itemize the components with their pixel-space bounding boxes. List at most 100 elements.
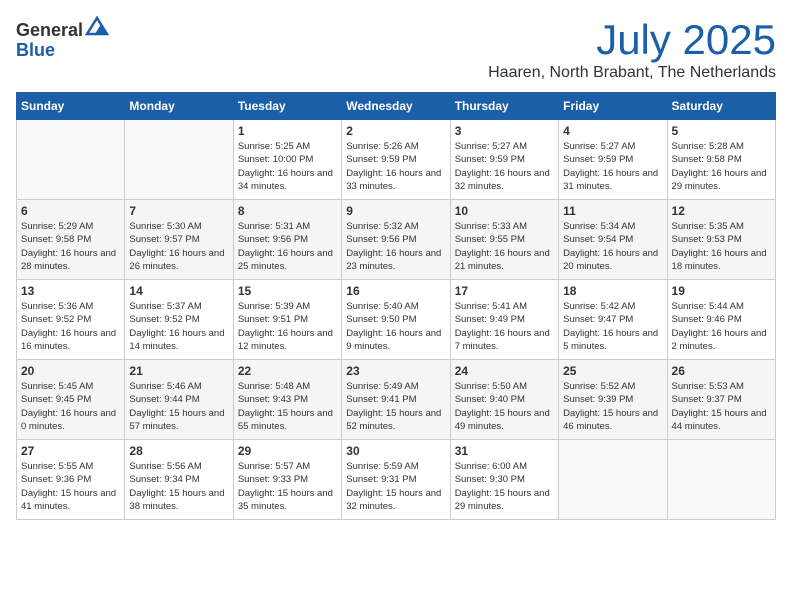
calendar-cell: 24 Sunrise: 5:50 AM Sunset: 9:40 PM Dayli… [450, 360, 558, 440]
day-detail: Sunrise: 5:50 AM Sunset: 9:40 PM Dayligh… [455, 380, 554, 433]
location-title: Haaren, North Brabant, The Netherlands [488, 64, 776, 82]
calendar-cell: 5Sunrise: 5:28 AM Sunset: 9:58 PM Daylig… [667, 120, 775, 200]
day-detail: Sunrise: 5:36 AM Sunset: 9:52 PM Dayligh… [21, 300, 120, 353]
day-number: 16 [346, 284, 445, 298]
calendar-cell: 28 Sunrise: 5:56 AM Sunset: 9:34 PM Dayli… [125, 440, 233, 520]
day-detail: Sunrise: 5:30 AM Sunset: 9:57 PM Dayligh… [129, 220, 228, 273]
calendar-cell: 16 Sunrise: 5:40 AM Sunset: 9:50 PM Dayli… [342, 280, 450, 360]
weekday-header: Thursday [450, 93, 558, 120]
day-detail: Sunrise: 5:34 AM Sunset: 9:54 PM Dayligh… [563, 220, 662, 273]
calendar-cell: 22Sunrise: 5:48 AM Sunset: 9:43 PM Dayli… [233, 360, 341, 440]
calendar-cell: 8 Sunrise: 5:31 AM Sunset: 9:56 PM Daylig… [233, 200, 341, 280]
calendar-week-row: 20 Sunrise: 5:45 AM Sunset: 9:45 PM Dayli… [17, 360, 776, 440]
day-detail: Sunrise: 5:41 AM Sunset: 9:49 PM Dayligh… [455, 300, 554, 353]
weekday-header: Tuesday [233, 93, 341, 120]
calendar-cell: 19 Sunrise: 5:44 AM Sunset: 9:46 PM Dayli… [667, 280, 775, 360]
day-detail: Sunrise: 6:00 AM Sunset: 9:30 PM Dayligh… [455, 460, 554, 513]
weekday-header: Friday [559, 93, 667, 120]
calendar-week-row: 6 Sunrise: 5:29 AM Sunset: 9:58 PM Daylig… [17, 200, 776, 280]
weekday-header: Monday [125, 93, 233, 120]
calendar-week-row: 1 Sunrise: 5:25 AM Sunset: 10:00 PM Dayli… [17, 120, 776, 200]
calendar-cell [125, 120, 233, 200]
day-number: 15 [238, 284, 337, 298]
day-number: 13 [21, 284, 120, 298]
day-detail: Sunrise: 5:44 AM Sunset: 9:46 PM Dayligh… [672, 300, 771, 353]
day-detail: Sunrise: 5:42 AM Sunset: 9:47 PM Dayligh… [563, 300, 662, 353]
day-detail: Sunrise: 5:26 AM Sunset: 9:59 PM Dayligh… [346, 140, 445, 193]
day-number: 4 [563, 124, 662, 138]
day-number: 6 [21, 204, 120, 218]
calendar-cell: 27 Sunrise: 5:55 AM Sunset: 9:36 PM Dayli… [17, 440, 125, 520]
day-number: 10 [455, 204, 554, 218]
day-number: 8 [238, 204, 337, 218]
day-detail: Sunrise: 5:48 AM Sunset: 9:43 PM Dayligh… [238, 380, 337, 433]
calendar-week-row: 27 Sunrise: 5:55 AM Sunset: 9:36 PM Dayli… [17, 440, 776, 520]
day-number: 9 [346, 204, 445, 218]
day-number: 21 [129, 364, 228, 378]
day-detail: Sunrise: 5:39 AM Sunset: 9:51 PM Dayligh… [238, 300, 337, 353]
calendar-cell: 9 Sunrise: 5:32 AM Sunset: 9:56 PM Daylig… [342, 200, 450, 280]
calendar-cell: 21 Sunrise: 5:46 AM Sunset: 9:44 PM Dayli… [125, 360, 233, 440]
day-detail: Sunrise: 5:31 AM Sunset: 9:56 PM Dayligh… [238, 220, 337, 273]
calendar-cell: 17 Sunrise: 5:41 AM Sunset: 9:49 PM Dayli… [450, 280, 558, 360]
calendar-cell: 15 Sunrise: 5:39 AM Sunset: 9:51 PM Dayli… [233, 280, 341, 360]
calendar-cell: 2 Sunrise: 5:26 AM Sunset: 9:59 PM Daylig… [342, 120, 450, 200]
day-detail: Sunrise: 5:40 AM Sunset: 9:50 PM Dayligh… [346, 300, 445, 353]
day-number: 17 [455, 284, 554, 298]
day-detail: Sunrise: 5:29 AM Sunset: 9:58 PM Dayligh… [21, 220, 120, 273]
calendar-cell [17, 120, 125, 200]
day-number: 26 [672, 364, 771, 378]
calendar-cell: 14 Sunrise: 5:37 AM Sunset: 9:52 PM Dayli… [125, 280, 233, 360]
day-number: 12 [672, 204, 771, 218]
day-detail: Sunrise: 5:33 AM Sunset: 9:55 PM Dayligh… [455, 220, 554, 273]
day-number: 30 [346, 444, 445, 458]
calendar-cell: 11 Sunrise: 5:34 AM Sunset: 9:54 PM Dayli… [559, 200, 667, 280]
day-detail: Sunrise: 5:37 AM Sunset: 9:52 PM Dayligh… [129, 300, 228, 353]
day-detail: Sunrise: 5:32 AM Sunset: 9:56 PM Dayligh… [346, 220, 445, 273]
day-number: 11 [563, 204, 662, 218]
day-detail: Sunrise: 5:45 AM Sunset: 9:45 PM Dayligh… [21, 380, 120, 433]
day-detail: Sunrise: 5:52 AM Sunset: 9:39 PM Dayligh… [563, 380, 662, 433]
day-number: 19 [672, 284, 771, 298]
calendar-cell: 1 Sunrise: 5:25 AM Sunset: 10:00 PM Dayli… [233, 120, 341, 200]
day-detail: Sunrise: 5:49 AM Sunset: 9:41 PM Dayligh… [346, 380, 445, 433]
logo-general: General [16, 20, 83, 40]
day-number: 28 [129, 444, 228, 458]
day-number: 1 [238, 124, 337, 138]
day-number: 18 [563, 284, 662, 298]
day-number: 2 [346, 124, 445, 138]
day-number: 14 [129, 284, 228, 298]
day-detail: Sunrise: 5:56 AM Sunset: 9:34 PM Dayligh… [129, 460, 228, 513]
day-detail: Sunrise: 5:59 AM Sunset: 9:31 PM Dayligh… [346, 460, 445, 513]
calendar-cell: 7 Sunrise: 5:30 AM Sunset: 9:57 PM Daylig… [125, 200, 233, 280]
calendar-cell: 6 Sunrise: 5:29 AM Sunset: 9:58 PM Daylig… [17, 200, 125, 280]
weekday-header: Sunday [17, 93, 125, 120]
day-number: 7 [129, 204, 228, 218]
day-detail: Sunrise: 5:55 AM Sunset: 9:36 PM Dayligh… [21, 460, 120, 513]
month-title: July 2025 [488, 16, 776, 64]
logo-blue: Blue [16, 40, 55, 60]
calendar-cell: 25 Sunrise: 5:52 AM Sunset: 9:39 PM Dayli… [559, 360, 667, 440]
weekday-header-row: SundayMondayTuesdayWednesdayThursdayFrid… [17, 93, 776, 120]
calendar-cell [559, 440, 667, 520]
day-number: 29 [238, 444, 337, 458]
logo: General Blue [16, 16, 109, 61]
weekday-header: Saturday [667, 93, 775, 120]
calendar-cell: 29 Sunrise: 5:57 AM Sunset: 9:33 PM Dayli… [233, 440, 341, 520]
day-detail: Sunrise: 5:25 AM Sunset: 10:00 PM Daylig… [238, 140, 337, 193]
calendar-cell [667, 440, 775, 520]
day-detail: Sunrise: 5:35 AM Sunset: 9:53 PM Dayligh… [672, 220, 771, 273]
day-number: 27 [21, 444, 120, 458]
calendar-cell: 3Sunrise: 5:27 AM Sunset: 9:59 PM Daylig… [450, 120, 558, 200]
calendar-cell: 12 Sunrise: 5:35 AM Sunset: 9:53 PM Dayli… [667, 200, 775, 280]
calendar-cell: 31Sunrise: 6:00 AM Sunset: 9:30 PM Dayli… [450, 440, 558, 520]
day-number: 23 [346, 364, 445, 378]
calendar-week-row: 13 Sunrise: 5:36 AM Sunset: 9:52 PM Dayli… [17, 280, 776, 360]
day-detail: Sunrise: 5:46 AM Sunset: 9:44 PM Dayligh… [129, 380, 228, 433]
calendar-cell: 26Sunrise: 5:53 AM Sunset: 9:37 PM Dayli… [667, 360, 775, 440]
day-number: 20 [21, 364, 120, 378]
day-number: 24 [455, 364, 554, 378]
day-detail: Sunrise: 5:57 AM Sunset: 9:33 PM Dayligh… [238, 460, 337, 513]
logo-icon [85, 16, 109, 36]
day-number: 25 [563, 364, 662, 378]
